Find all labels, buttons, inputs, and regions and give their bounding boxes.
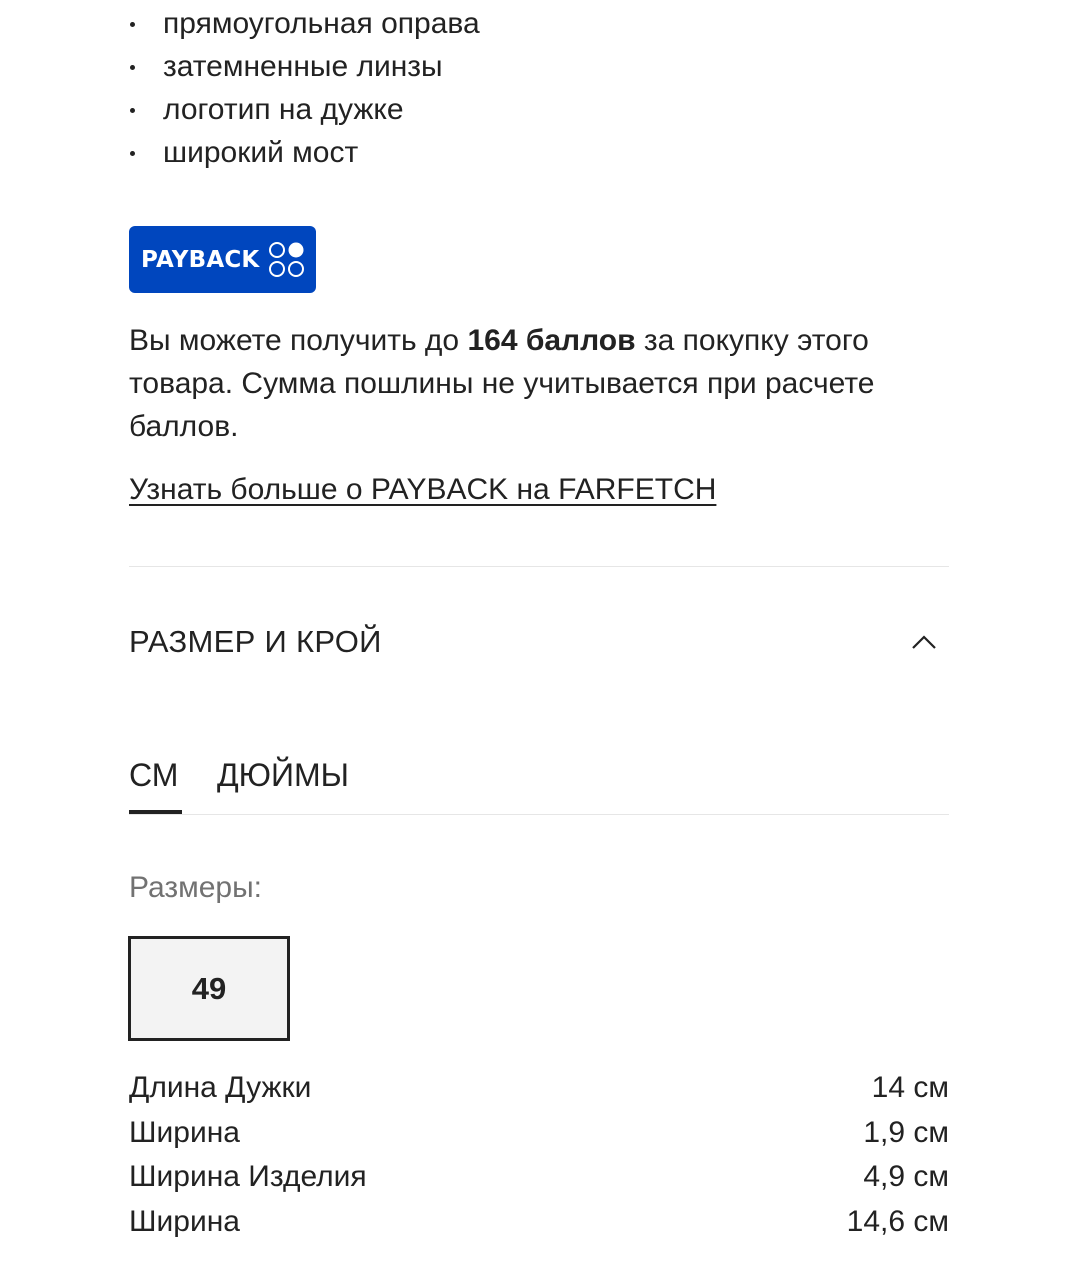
size-fit-accordion-header[interactable]: РАЗМЕР И КРОЙ — [129, 614, 949, 670]
measurement-row: Ширина Изделия 4,9 см — [129, 1155, 949, 1200]
feature-list-item: логотип на дужке — [129, 88, 480, 131]
payback-dots-icon — [269, 241, 305, 277]
payback-desc-start: Вы можете получить до — [129, 324, 468, 357]
measurements-table: Длина Дужки 14 см Ширина 1,9 см Ширина И… — [129, 1066, 949, 1244]
measurement-row: Длина Дужки 14 см — [129, 1066, 949, 1111]
measurement-label: Ширина Изделия — [129, 1160, 367, 1193]
feature-list-item: прямоугольная оправа — [129, 2, 480, 45]
tab-cm[interactable]: СМ — [129, 752, 182, 814]
measurement-value: 1,9 см — [863, 1115, 949, 1149]
payback-learn-more-link[interactable]: Узнать больше о PAYBACK на FARFETCH — [129, 468, 716, 511]
section-divider — [129, 566, 949, 567]
payback-points-description: Вы можете получить до 164 баллов за поку… — [129, 319, 959, 448]
measurement-value: 14,6 см — [846, 1204, 949, 1238]
sizes-label: Размеры: — [129, 871, 263, 904]
measurement-label: Ширина — [129, 1204, 240, 1238]
measurement-label: Ширина — [129, 1115, 240, 1149]
measurement-row: Ширина 14,6 см — [129, 1200, 949, 1245]
measurement-row: Ширина 1,9 см — [129, 1111, 949, 1156]
payback-points-amount: 164 баллов — [467, 324, 636, 357]
chevron-up-icon[interactable] — [911, 634, 937, 650]
payback-logo-text: PAYBACK — [141, 246, 260, 273]
tab-inches[interactable]: ДЮЙМЫ — [217, 752, 349, 798]
feature-list: прямоугольная оправа затемненные линзы л… — [129, 2, 480, 174]
feature-list-item: затемненные линзы — [129, 45, 480, 88]
unit-tabs: СМ ДЮЙМЫ — [129, 752, 949, 815]
payback-logo: PAYBACK — [129, 226, 316, 293]
feature-list-item: широкий мост — [129, 131, 480, 174]
size-fit-title: РАЗМЕР И КРОЙ — [129, 624, 382, 659]
measurement-value: 14 см — [871, 1071, 949, 1104]
size-option-selected[interactable]: 49 — [128, 936, 290, 1041]
measurement-label: Длина Дужки — [129, 1071, 312, 1104]
measurement-value: 4,9 см — [863, 1160, 949, 1193]
